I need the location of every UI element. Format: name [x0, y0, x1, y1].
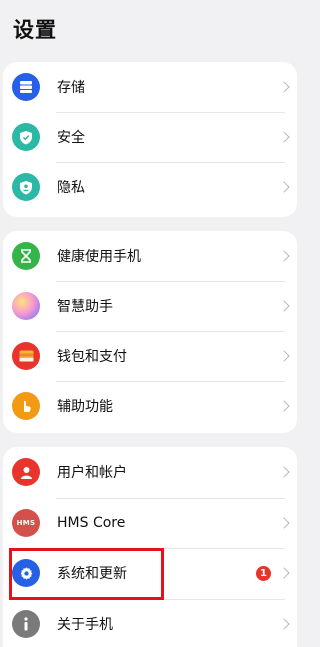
settings-item-accessibility[interactable]: 辅助功能: [3, 381, 297, 431]
update-count-badge: 1: [256, 566, 271, 581]
chevron-right-icon: [278, 568, 289, 579]
settings-item-digital-balance[interactable]: 健康使用手机: [3, 231, 297, 281]
info-icon: [12, 610, 40, 638]
settings-item-about-phone[interactable]: 关于手机: [3, 599, 297, 647]
wallet-icon: [12, 342, 40, 370]
settings-item-label: 隐私: [57, 177, 85, 197]
settings-item-label: 智慧助手: [57, 296, 113, 316]
settings-group-1: 存储 安全 隐私: [3, 62, 297, 217]
settings-group-3: 用户和帐户 HMS HMS Core 系统和更新 1 关于手机: [3, 447, 297, 647]
settings-item-users-accounts[interactable]: 用户和帐户: [3, 447, 297, 498]
chevron-right-icon: [278, 131, 289, 142]
chevron-right-icon: [278, 400, 289, 411]
chevron-right-icon: [278, 517, 289, 528]
hms-core-icon: HMS: [12, 509, 40, 537]
settings-item-label: 安全: [57, 127, 85, 147]
settings-item-label: 用户和帐户: [57, 462, 127, 482]
settings-item-label: 系统和更新: [57, 563, 127, 583]
settings-item-hms-core[interactable]: HMS HMS Core: [3, 498, 297, 549]
settings-item-smart-assistant[interactable]: 智慧助手: [3, 281, 297, 331]
settings-item-label: 健康使用手机: [57, 246, 141, 266]
chevron-right-icon: [278, 250, 289, 261]
security-shield-icon: [12, 123, 40, 151]
settings-item-privacy[interactable]: 隐私: [3, 162, 297, 212]
settings-item-label: 存储: [57, 77, 85, 97]
storage-icon: [12, 73, 40, 101]
settings-item-label: 关于手机: [57, 614, 113, 634]
settings-item-security[interactable]: 安全: [3, 112, 297, 162]
settings-page: 设置 存储 安全 隐私: [0, 0, 300, 642]
chevron-right-icon: [278, 181, 289, 192]
chevron-right-icon: [278, 300, 289, 311]
settings-group-2: 健康使用手机 智慧助手 钱包和支付 辅助功能: [3, 231, 297, 433]
chevron-right-icon: [278, 350, 289, 361]
settings-gear-icon: [12, 559, 40, 587]
settings-item-storage[interactable]: 存储: [3, 62, 297, 112]
chevron-right-icon: [278, 618, 289, 629]
user-icon: [12, 458, 40, 486]
smart-assistant-icon: [12, 292, 40, 320]
settings-item-label: 辅助功能: [57, 396, 113, 416]
chevron-right-icon: [278, 467, 289, 478]
settings-item-label: 钱包和支付: [57, 346, 127, 366]
privacy-icon: [12, 173, 40, 201]
chevron-right-icon: [278, 81, 289, 92]
page-title: 设置: [13, 14, 57, 44]
settings-item-wallet[interactable]: 钱包和支付: [3, 331, 297, 381]
accessibility-hand-icon: [12, 392, 40, 420]
settings-item-system-updates[interactable]: 系统和更新 1: [3, 548, 297, 599]
hourglass-icon: [12, 242, 40, 270]
settings-item-label: HMS Core: [57, 515, 125, 531]
